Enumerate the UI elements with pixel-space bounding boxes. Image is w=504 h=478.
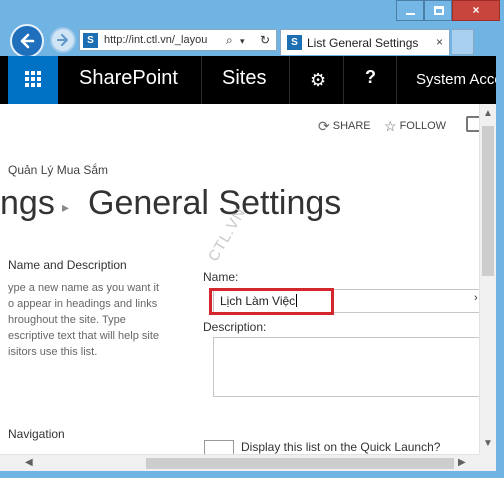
breadcrumb[interactable]: Quản Lý Mua Sắm — [8, 163, 108, 177]
refresh-icon[interactable]: ↻ — [260, 33, 270, 47]
search-icon[interactable]: ⌕ — [226, 33, 233, 48]
title-separator-icon: ▸ — [62, 199, 70, 215]
minimize-icon — [406, 13, 415, 15]
share-label: SHARE — [332, 120, 371, 132]
tab-favicon-icon: S — [287, 35, 302, 50]
star-icon: ☆ — [384, 118, 397, 134]
scroll-up-icon[interactable]: ▲ — [483, 108, 493, 119]
description-line: ype a new name as you want it — [8, 282, 160, 294]
dropdown-icon[interactable]: ▾ — [240, 36, 245, 47]
annotation-highlight-box — [209, 288, 334, 315]
url-text[interactable]: http://int.ctl.vn/_layou — [104, 34, 224, 46]
suite-divider — [396, 56, 397, 104]
share-icon: ⟳ — [318, 118, 330, 134]
app-launcher-button[interactable] — [8, 56, 58, 104]
suite-divider — [343, 56, 344, 104]
forward-arrow-icon — [57, 34, 68, 46]
quick-launch-label: Display this list on the Quick Launch? — [241, 440, 441, 454]
window-close-button[interactable]: × — [452, 0, 500, 21]
suite-bar: SharePoint Sites ⚙ ? System Acco — [0, 56, 503, 104]
forward-button[interactable] — [50, 27, 76, 53]
back-button[interactable] — [10, 24, 44, 58]
address-bar[interactable]: S http://int.ctl.vn/_layou ⌕ ▾ ↻ — [79, 29, 277, 51]
sharepoint-brand[interactable]: SharePoint — [79, 67, 178, 90]
account-menu[interactable]: System Acco — [416, 71, 503, 88]
minimize-button[interactable] — [396, 0, 424, 21]
section-title-navigation: Navigation — [8, 427, 65, 441]
horizontal-scrollbar[interactable]: ◀ ▶ — [0, 454, 479, 471]
waffle-icon — [25, 71, 41, 87]
follow-label: FOLLOW — [399, 120, 447, 132]
suite-divider — [201, 56, 202, 104]
close-icon: × — [472, 3, 480, 17]
share-button[interactable]: ⟳ SHARE — [318, 118, 371, 135]
browser-tab[interactable]: S List General Settings × — [280, 29, 450, 55]
scroll-down-icon[interactable]: ▼ — [483, 438, 493, 449]
scroll-left-icon[interactable]: ◀ — [25, 457, 33, 468]
sharepoint-favicon-icon: S — [83, 33, 98, 48]
gear-icon[interactable]: ⚙ — [310, 70, 326, 91]
suite-divider — [289, 56, 290, 104]
tab-close-icon[interactable]: × — [436, 35, 443, 49]
window-frame-edge — [496, 56, 504, 478]
description-label: Description: — [203, 320, 267, 334]
window-frame-bottom — [0, 471, 504, 478]
back-arrow-icon — [20, 33, 35, 49]
maximize-icon — [434, 6, 444, 15]
tab-title: List General Settings — [307, 36, 419, 50]
scrollbar-corner — [479, 454, 496, 471]
scroll-right-icon[interactable]: ▶ — [458, 457, 466, 468]
description-line: hroughout the site. Type — [8, 314, 126, 326]
help-button[interactable]: ? — [365, 67, 376, 88]
page-title-prefix[interactable]: ngs — [0, 184, 55, 223]
name-label: Name: — [203, 270, 239, 284]
vertical-scroll-thumb[interactable] — [482, 126, 494, 276]
new-tab-button[interactable] — [452, 29, 474, 55]
description-field[interactable] — [213, 337, 481, 397]
section-description: ype a new name as you want it o appear i… — [8, 280, 178, 360]
horizontal-scroll-thumb[interactable] — [146, 458, 454, 469]
chevron-right-icon: › — [474, 292, 478, 304]
quick-launch-option-icon[interactable] — [204, 440, 234, 454]
sites-link[interactable]: Sites — [222, 67, 266, 90]
page-title: General Settings — [88, 184, 342, 222]
description-line: o appear in headings and links — [8, 298, 158, 310]
vertical-scrollbar[interactable]: ▲ ▼ — [479, 104, 496, 454]
maximize-button[interactable] — [424, 0, 452, 21]
description-line: escriptive text that will help site — [8, 330, 160, 342]
follow-button[interactable]: ☆ FOLLOW — [384, 118, 446, 135]
description-line: isitors use this list. — [8, 346, 98, 358]
section-title-name-description: Name and Description — [8, 258, 127, 272]
